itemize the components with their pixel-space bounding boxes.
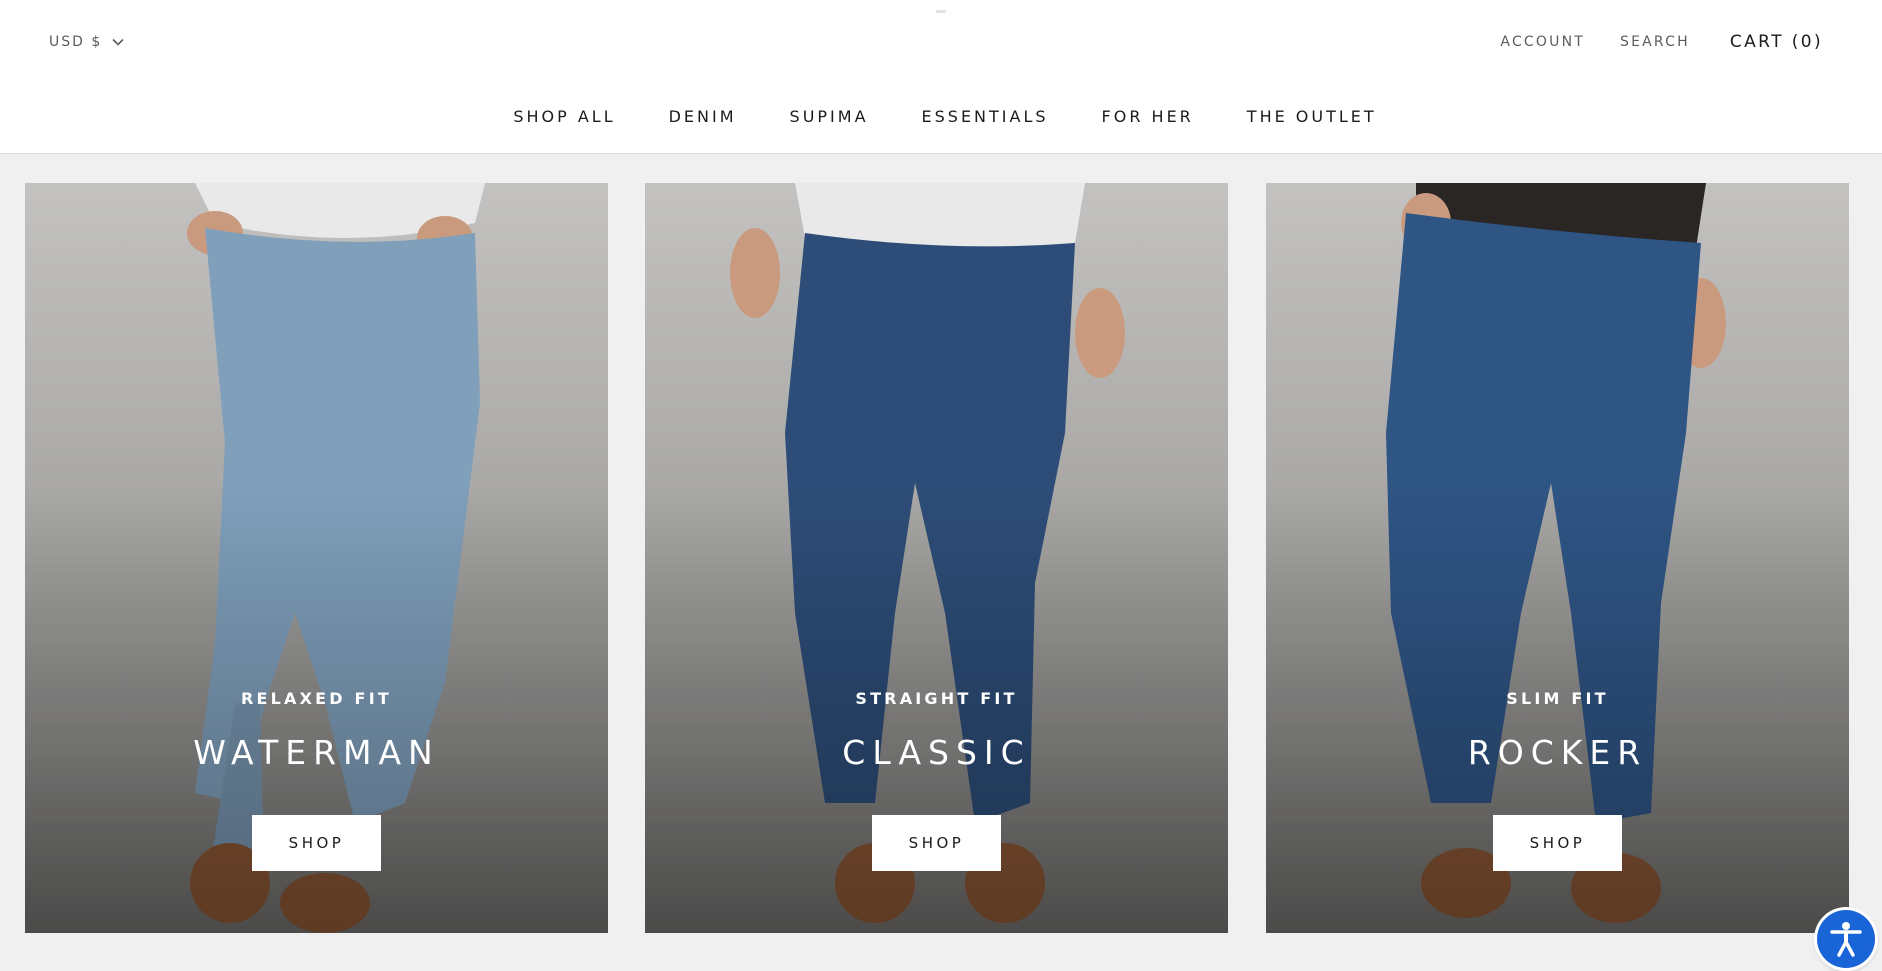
nav-for-her[interactable]: FOR HER: [1102, 107, 1194, 126]
nav-denim[interactable]: DENIM: [669, 107, 737, 126]
search-link[interactable]: SEARCH: [1620, 34, 1690, 50]
collection-subtitle: SLIM FIT: [1506, 689, 1609, 708]
shop-button[interactable]: SHOP: [252, 815, 381, 871]
nav-the-outlet[interactable]: THE OUTLET: [1247, 107, 1377, 126]
nav-essentials[interactable]: ESSENTIALS: [922, 107, 1049, 126]
header-actions: ACCOUNT SEARCH CART (0): [1500, 32, 1823, 52]
nav-supima[interactable]: SUPIMA: [790, 107, 869, 126]
collection-title: CLASSIC: [842, 733, 1031, 772]
cart-link[interactable]: CART (0): [1730, 32, 1823, 52]
shop-button[interactable]: SHOP: [1493, 815, 1622, 871]
chevron-down-icon: [112, 38, 124, 46]
collection-card-classic[interactable]: STRAIGHT FIT CLASSIC SHOP: [645, 183, 1228, 933]
site-header: USD $ ACCOUNT SEARCH CART (0) SHOP ALL D…: [0, 0, 1882, 154]
currency-selector[interactable]: USD $: [49, 34, 124, 50]
shop-button[interactable]: SHOP: [872, 815, 1001, 871]
collection-subtitle: STRAIGHT FIT: [855, 689, 1018, 708]
main-navigation: SHOP ALL DENIM SUPIMA ESSENTIALS FOR HER…: [0, 107, 1882, 126]
collection-card-rocker[interactable]: SLIM FIT ROCKER SHOP: [1266, 183, 1849, 933]
currency-label: USD $: [49, 34, 103, 50]
collection-title: ROCKER: [1467, 733, 1648, 772]
account-link[interactable]: ACCOUNT: [1500, 34, 1585, 50]
accessibility-button[interactable]: [1817, 910, 1875, 968]
collection-subtitle: RELAXED FIT: [241, 689, 392, 708]
nav-shop-all[interactable]: SHOP ALL: [513, 107, 615, 126]
announcement-dot: [936, 10, 946, 13]
collection-card-waterman[interactable]: RELAXED FIT WATERMAN SHOP: [25, 183, 608, 933]
accessibility-icon: [1830, 922, 1862, 957]
collection-title: WATERMAN: [193, 733, 440, 772]
